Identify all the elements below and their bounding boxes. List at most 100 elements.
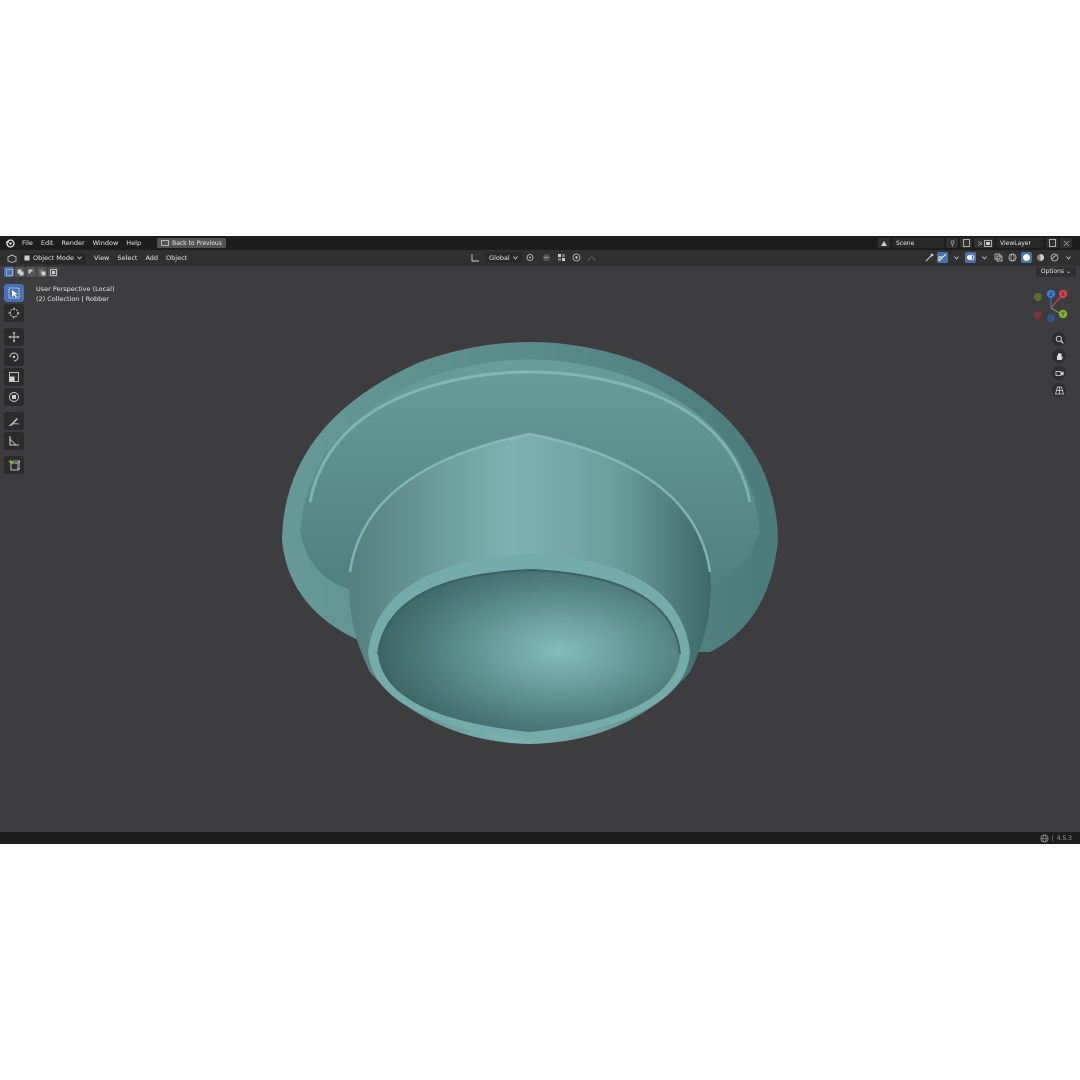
add-cube-icon (8, 459, 20, 471)
menu-object[interactable]: Object (162, 250, 191, 266)
neg-z-axis-icon (1047, 314, 1055, 322)
viewport-header: Object Mode View Select Add Object Globa… (0, 250, 1080, 266)
view-layer-icon[interactable] (982, 238, 994, 248)
scene-selector: Scene (878, 238, 986, 248)
back-to-previous-label: Back to Previous (172, 239, 222, 247)
view-layer-name: ViewLayer (1000, 239, 1031, 247)
snap-target-icon[interactable] (556, 252, 567, 263)
transform-tools: Global (470, 252, 597, 263)
back-to-previous-button[interactable]: Back to Previous (157, 238, 226, 248)
select-extend-icon[interactable] (15, 267, 25, 277)
menu-render[interactable]: Render (57, 236, 88, 250)
shading-options-icon[interactable] (1063, 252, 1074, 263)
annotate-pencil-icon (8, 418, 20, 427)
select-box-tool[interactable] (4, 284, 24, 302)
pin-icon[interactable] (946, 238, 958, 248)
select-new-icon[interactable] (4, 267, 14, 277)
magnifier-icon (1055, 335, 1064, 344)
z-axis-label: Z (1049, 292, 1052, 298)
select-intersect-icon[interactable] (48, 267, 58, 277)
menu-view[interactable]: View (90, 250, 113, 266)
show-gizmo-icon[interactable] (937, 252, 948, 263)
viewport-info: User Perspective (Local) (2) Collection … (36, 284, 115, 304)
version-number: 4.5.3 (1056, 834, 1072, 842)
top-bar: File Edit Render Window Help Back to Pre… (0, 236, 1080, 250)
hand-icon (1056, 352, 1063, 360)
new-view-layer-icon[interactable] (1046, 238, 1058, 248)
menu-add[interactable]: Add (141, 250, 162, 266)
rotate-icon (9, 352, 19, 362)
scale-icon (9, 372, 19, 382)
gizmo-visibility-icon[interactable] (923, 252, 934, 263)
status-bar: | 4.5.3 (0, 832, 1080, 844)
new-scene-icon[interactable] (960, 238, 972, 248)
transform-icon (9, 392, 19, 402)
cursor-tool[interactable] (4, 304, 24, 322)
shading-wireframe-icon[interactable] (1007, 252, 1018, 263)
object-mode-dropdown[interactable]: Object Mode (20, 252, 86, 264)
transform-orientation-label: Global (489, 253, 510, 262)
rotate-tool[interactable] (4, 348, 24, 366)
perspective-toggle-button[interactable] (1052, 383, 1066, 397)
menu-help[interactable]: Help (122, 236, 145, 250)
scale-tool[interactable] (4, 368, 24, 386)
overlays-dropdown-icon[interactable] (951, 252, 962, 263)
chevron-down-icon (512, 255, 518, 260)
pivot-point-icon[interactable] (526, 252, 537, 263)
rubber-stopper-object[interactable] (270, 322, 790, 762)
zoom-button[interactable] (1052, 332, 1066, 346)
shading-material-icon[interactable] (1035, 252, 1046, 263)
object-mode-icon (24, 255, 30, 261)
tool-settings-bar: Options ⌄ (0, 266, 1080, 278)
snap-icon[interactable] (541, 252, 552, 263)
proportional-edit-icon[interactable] (571, 252, 582, 263)
options-dropdown[interactable]: Options ⌄ (1035, 267, 1076, 277)
shading-solid-icon[interactable] (1021, 252, 1032, 263)
orientation-icon[interactable] (470, 252, 481, 263)
move-icon (8, 331, 20, 343)
camera-view-button[interactable] (1052, 366, 1066, 380)
menu-window[interactable]: Window (89, 236, 123, 250)
scene-name: Scene (896, 239, 915, 247)
falloff-icon[interactable] (586, 252, 597, 263)
xray-toggle-icon[interactable] (993, 252, 1004, 263)
options-label: Options (1040, 268, 1065, 275)
add-cube-tool[interactable] (4, 456, 24, 474)
pan-button[interactable] (1052, 349, 1066, 363)
shading-rendered-icon[interactable] (1049, 252, 1060, 263)
object-mode-label: Object Mode (33, 254, 74, 262)
move-tool[interactable] (4, 328, 24, 346)
navigation-gizmo: X Y Z (1028, 286, 1074, 397)
measure-ruler-icon (9, 436, 19, 446)
3d-cursor-icon (8, 307, 20, 319)
scene-name-field[interactable]: Scene (892, 238, 944, 248)
delete-view-layer-icon[interactable] (1060, 238, 1072, 248)
menu-file[interactable]: File (18, 236, 37, 250)
viewport-display-tools (923, 252, 1074, 263)
editor-type-icon[interactable] (6, 253, 17, 264)
transform-orientation-dropdown[interactable]: Global (485, 252, 522, 263)
cursor-select-icon (8, 287, 20, 299)
transform-tool[interactable] (4, 388, 24, 406)
screen-icon (161, 240, 169, 246)
show-overlays-icon[interactable] (965, 252, 976, 263)
view-layer-field[interactable]: ViewLayer (996, 238, 1044, 248)
separator: | (1051, 834, 1054, 842)
select-subtract-icon[interactable] (26, 267, 36, 277)
menu-select[interactable]: Select (113, 250, 141, 266)
neg-y-axis-icon (1034, 293, 1042, 301)
select-invert-icon[interactable] (37, 267, 47, 277)
neg-x-axis-icon (1034, 311, 1042, 319)
globe-icon (1040, 834, 1049, 842)
collection-label: (2) Collection | Robber (36, 295, 109, 303)
version-info: | 4.5.3 (1040, 834, 1072, 843)
blender-logo-icon[interactable] (4, 237, 16, 249)
measure-tool[interactable] (4, 432, 24, 450)
scene-icon[interactable] (878, 238, 890, 248)
overlays-options-icon[interactable] (979, 252, 990, 263)
blender-window: File Edit Render Window Help Back to Pre… (0, 236, 1080, 844)
annotate-tool[interactable] (4, 412, 24, 430)
camera-icon (1055, 370, 1063, 376)
axis-gizmo[interactable]: X Y Z (1028, 286, 1074, 324)
menu-edit[interactable]: Edit (37, 236, 58, 250)
